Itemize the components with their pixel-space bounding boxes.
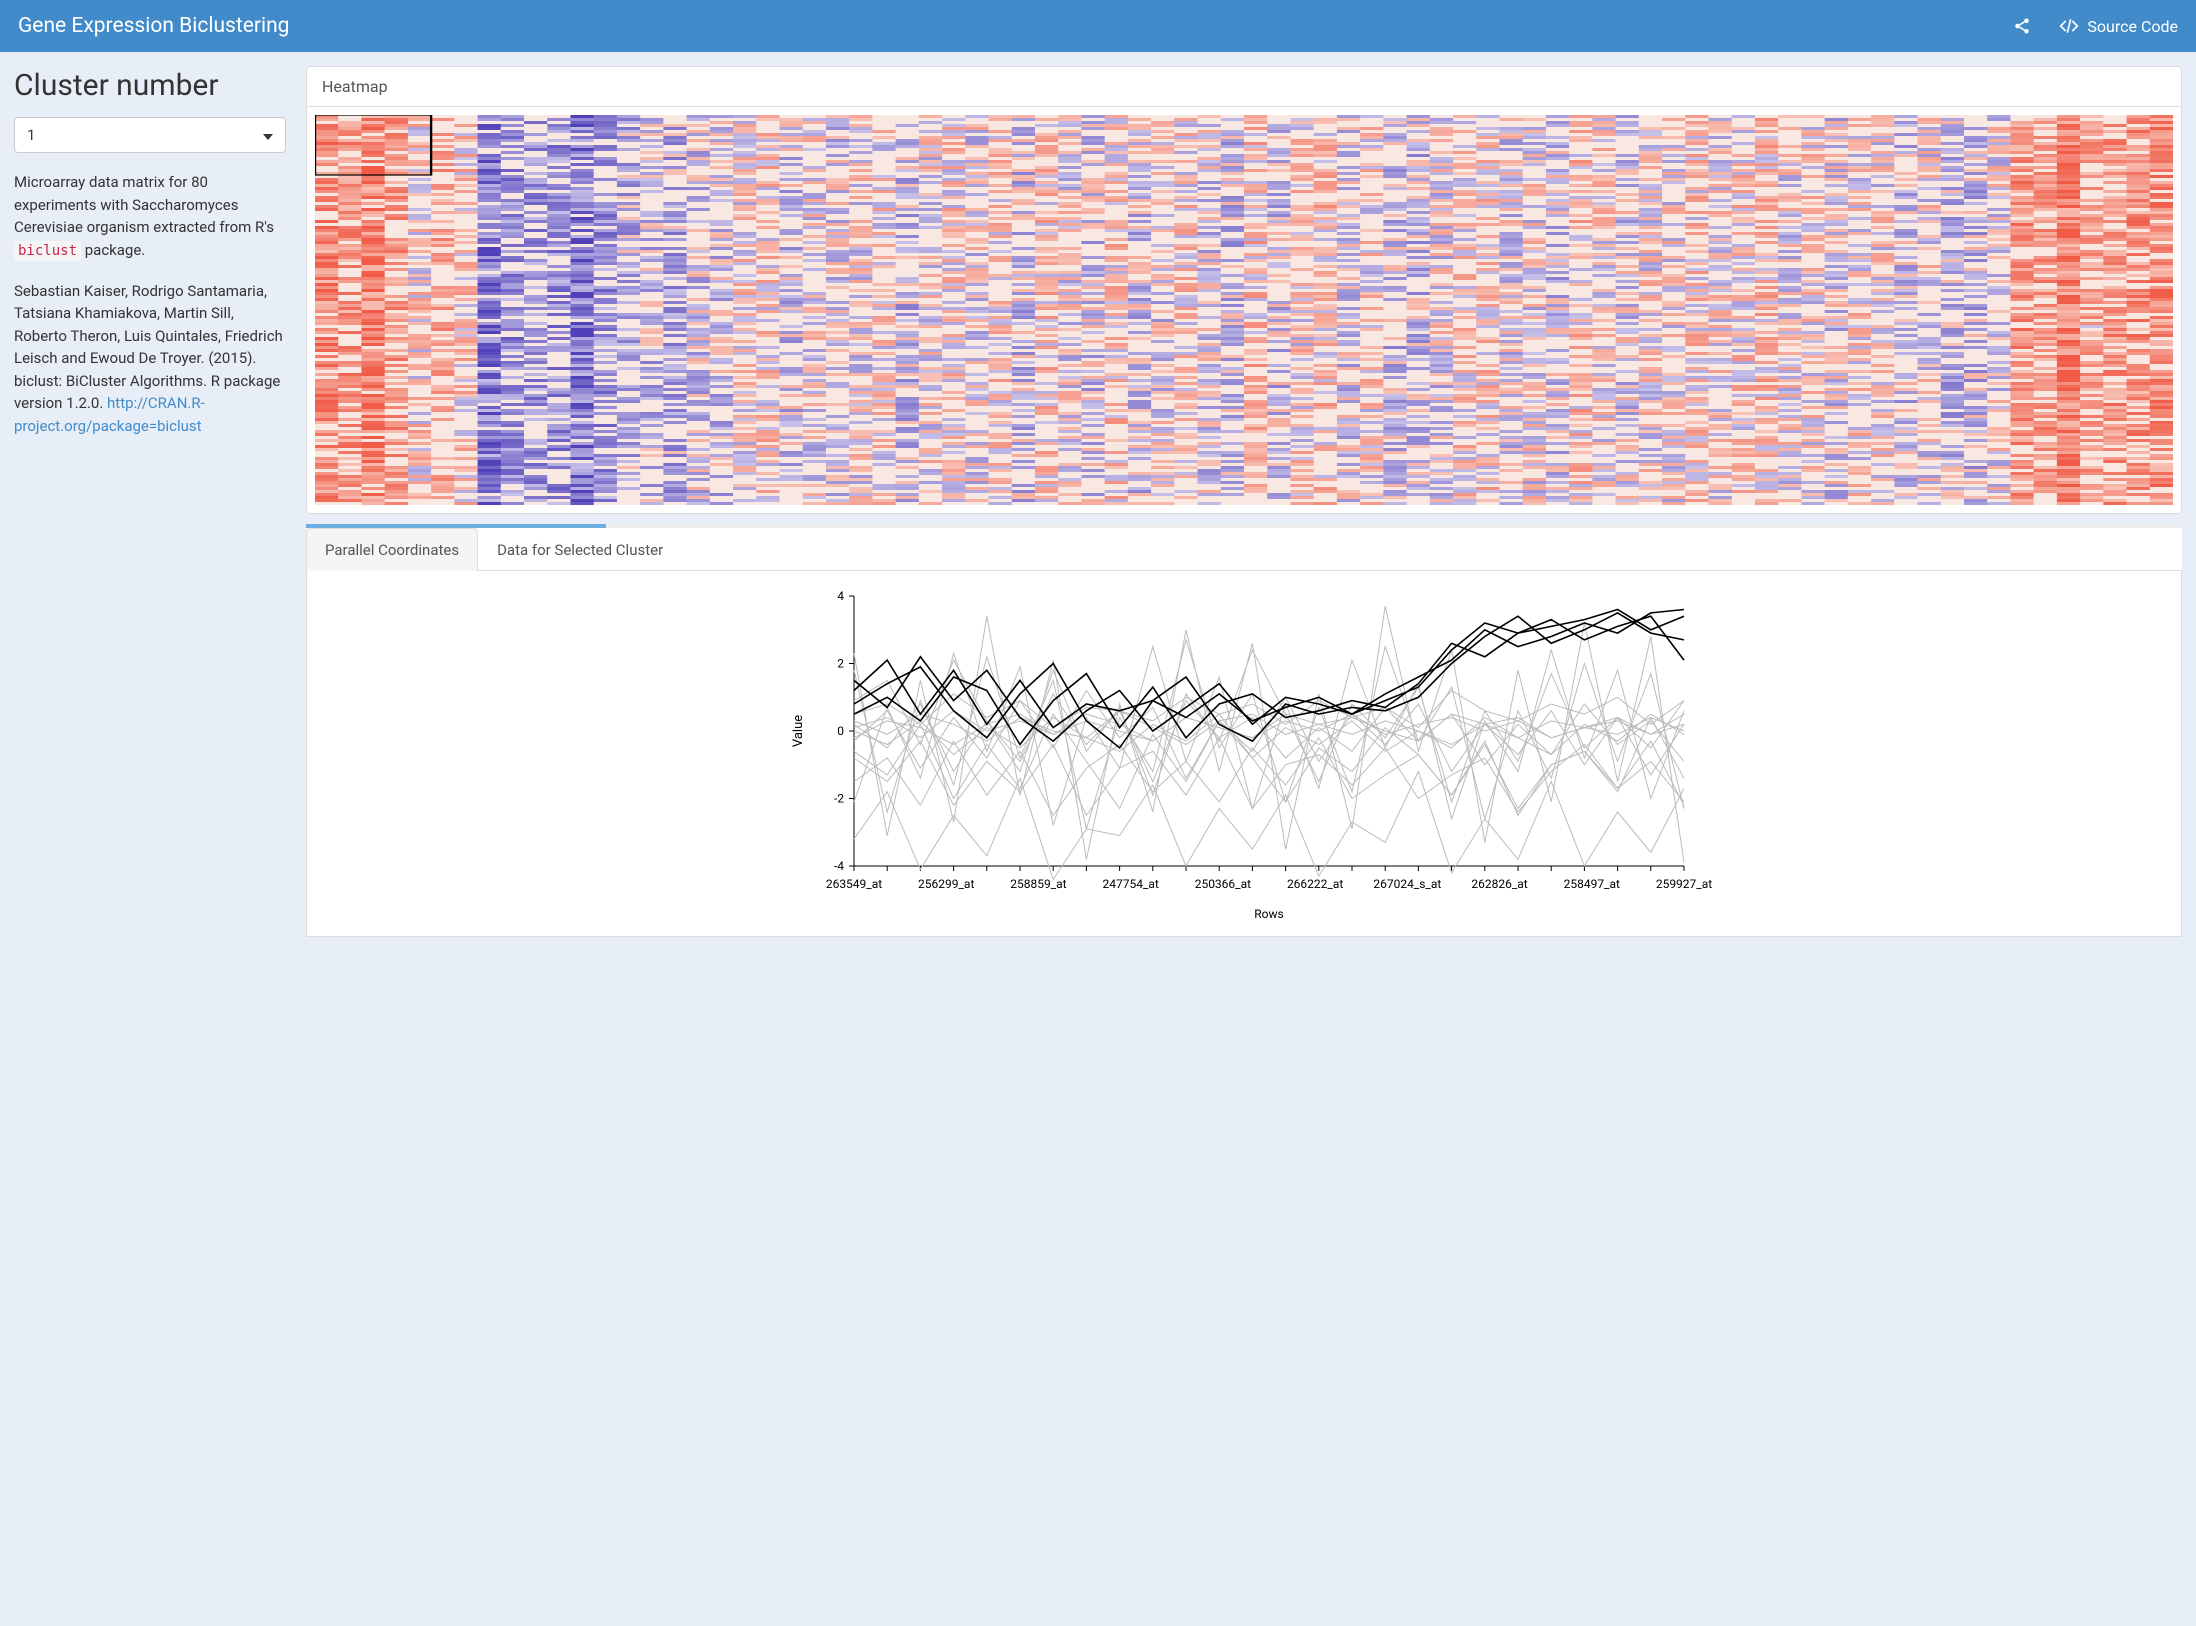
parallel-coordinates-chart[interactable]: -4-2024263549_at256299_at258859_at247754… [317, 586, 2171, 926]
heatmap-title: Heatmap [307, 67, 2181, 107]
tab-content: -4-2024263549_at256299_at258859_at247754… [306, 571, 2182, 937]
tab-data-for-selected-cluster[interactable]: Data for Selected Cluster [478, 528, 682, 571]
app-title: Gene Expression Biclustering [18, 14, 289, 38]
sidebar: Cluster number 1 Microarray data matrix … [0, 52, 300, 453]
navbar-right: Source Code [2013, 17, 2178, 36]
sidebar-desc-2: Sebastian Kaiser, Rodrigo Santamaria, Ta… [14, 280, 286, 438]
tab-nav: Parallel Coordinates Data for Selected C… [306, 528, 2182, 571]
sidebar-heading: Cluster number [14, 68, 286, 103]
layout: Cluster number 1 Microarray data matrix … [0, 52, 2196, 951]
heatmap-panel: Heatmap [306, 66, 2182, 514]
tab-parallel-coordinates[interactable]: Parallel Coordinates [306, 528, 478, 571]
share-icon[interactable] [2013, 17, 2031, 35]
sidebar-desc-1: Microarray data matrix for 80 experiment… [14, 171, 286, 262]
caret-down-icon [263, 126, 273, 144]
source-code-link[interactable]: Source Code [2059, 17, 2178, 36]
heatmap-body [307, 107, 2181, 513]
progress-bar [306, 524, 2182, 528]
heatmap-chart[interactable] [315, 115, 2173, 505]
tabs-panel: Parallel Coordinates Data for Selected C… [306, 524, 2182, 937]
cluster-number-select[interactable]: 1 [14, 117, 286, 153]
navbar: Gene Expression Biclustering Source Code [0, 0, 2196, 52]
main-content: Heatmap Parallel Coordinates Data for Se… [300, 52, 2196, 951]
source-code-label: Source Code [2087, 17, 2178, 36]
code-icon [2059, 18, 2079, 34]
cluster-number-value: 1 [27, 126, 35, 144]
biclust-code: biclust [14, 241, 81, 261]
